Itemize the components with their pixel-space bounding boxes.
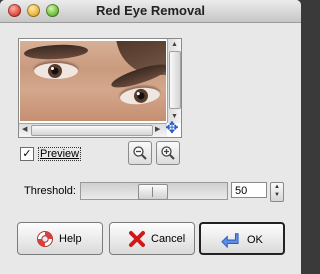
zoom-in-button[interactable] <box>156 141 180 165</box>
threshold-label: Threshold: <box>24 185 76 197</box>
vertical-scroll-thumb[interactable] <box>169 51 181 109</box>
scroll-up-arrow-icon[interactable]: ▲ <box>168 40 181 50</box>
preview-image[interactable] <box>20 41 166 121</box>
dialog-window: Red Eye Removal ▲ ▼ ◀ ▶ ✥ ✓ Preview Thre… <box>0 0 301 274</box>
ok-button-label: OK <box>247 234 263 246</box>
title-bar[interactable]: Red Eye Removal <box>0 0 301 23</box>
zoom-in-icon <box>161 146 175 160</box>
preview-vertical-scrollbar[interactable]: ▲ ▼ <box>167 39 181 123</box>
ok-arrow-icon <box>221 233 239 249</box>
spin-up-icon[interactable]: ▲ <box>271 183 283 191</box>
preview-iris-right <box>133 88 149 104</box>
preview-eye-right <box>119 85 161 107</box>
window-title: Red Eye Removal <box>95 3 206 18</box>
preview-horizontal-scrollbar[interactable]: ◀ ▶ <box>19 123 167 137</box>
zoom-out-button[interactable] <box>128 141 152 165</box>
lifebuoy-icon <box>37 231 53 247</box>
preview-frame: ▲ ▼ ◀ ▶ <box>18 38 182 138</box>
cancel-button[interactable]: Cancel <box>109 222 195 255</box>
navigate-icon[interactable]: ✥ <box>164 121 180 137</box>
threshold-spin-buttons[interactable]: ▲ ▼ <box>270 182 284 202</box>
horizontal-scroll-thumb[interactable] <box>31 125 153 136</box>
threshold-value-input[interactable]: 50 <box>231 182 267 198</box>
scroll-left-arrow-icon[interactable]: ◀ <box>22 125 27 135</box>
threshold-slider-thumb[interactable] <box>138 184 168 200</box>
help-button-label: Help <box>59 233 82 245</box>
scroll-right-arrow-icon[interactable]: ▶ <box>155 125 160 135</box>
preview-iris-left <box>48 64 62 78</box>
preview-checkbox[interactable]: ✓ <box>20 147 34 161</box>
cancel-button-label: Cancel <box>151 233 186 245</box>
threshold-slider[interactable] <box>80 182 228 200</box>
preview-brow-left <box>23 43 89 61</box>
zoom-out-icon <box>133 146 147 160</box>
preview-eye-left <box>34 63 78 79</box>
cancel-x-icon <box>129 231 145 247</box>
ok-button[interactable]: OK <box>199 222 285 255</box>
help-button[interactable]: Help <box>17 222 103 255</box>
preview-checkbox-label[interactable]: Preview <box>38 147 82 161</box>
spin-down-icon[interactable]: ▼ <box>271 191 283 199</box>
